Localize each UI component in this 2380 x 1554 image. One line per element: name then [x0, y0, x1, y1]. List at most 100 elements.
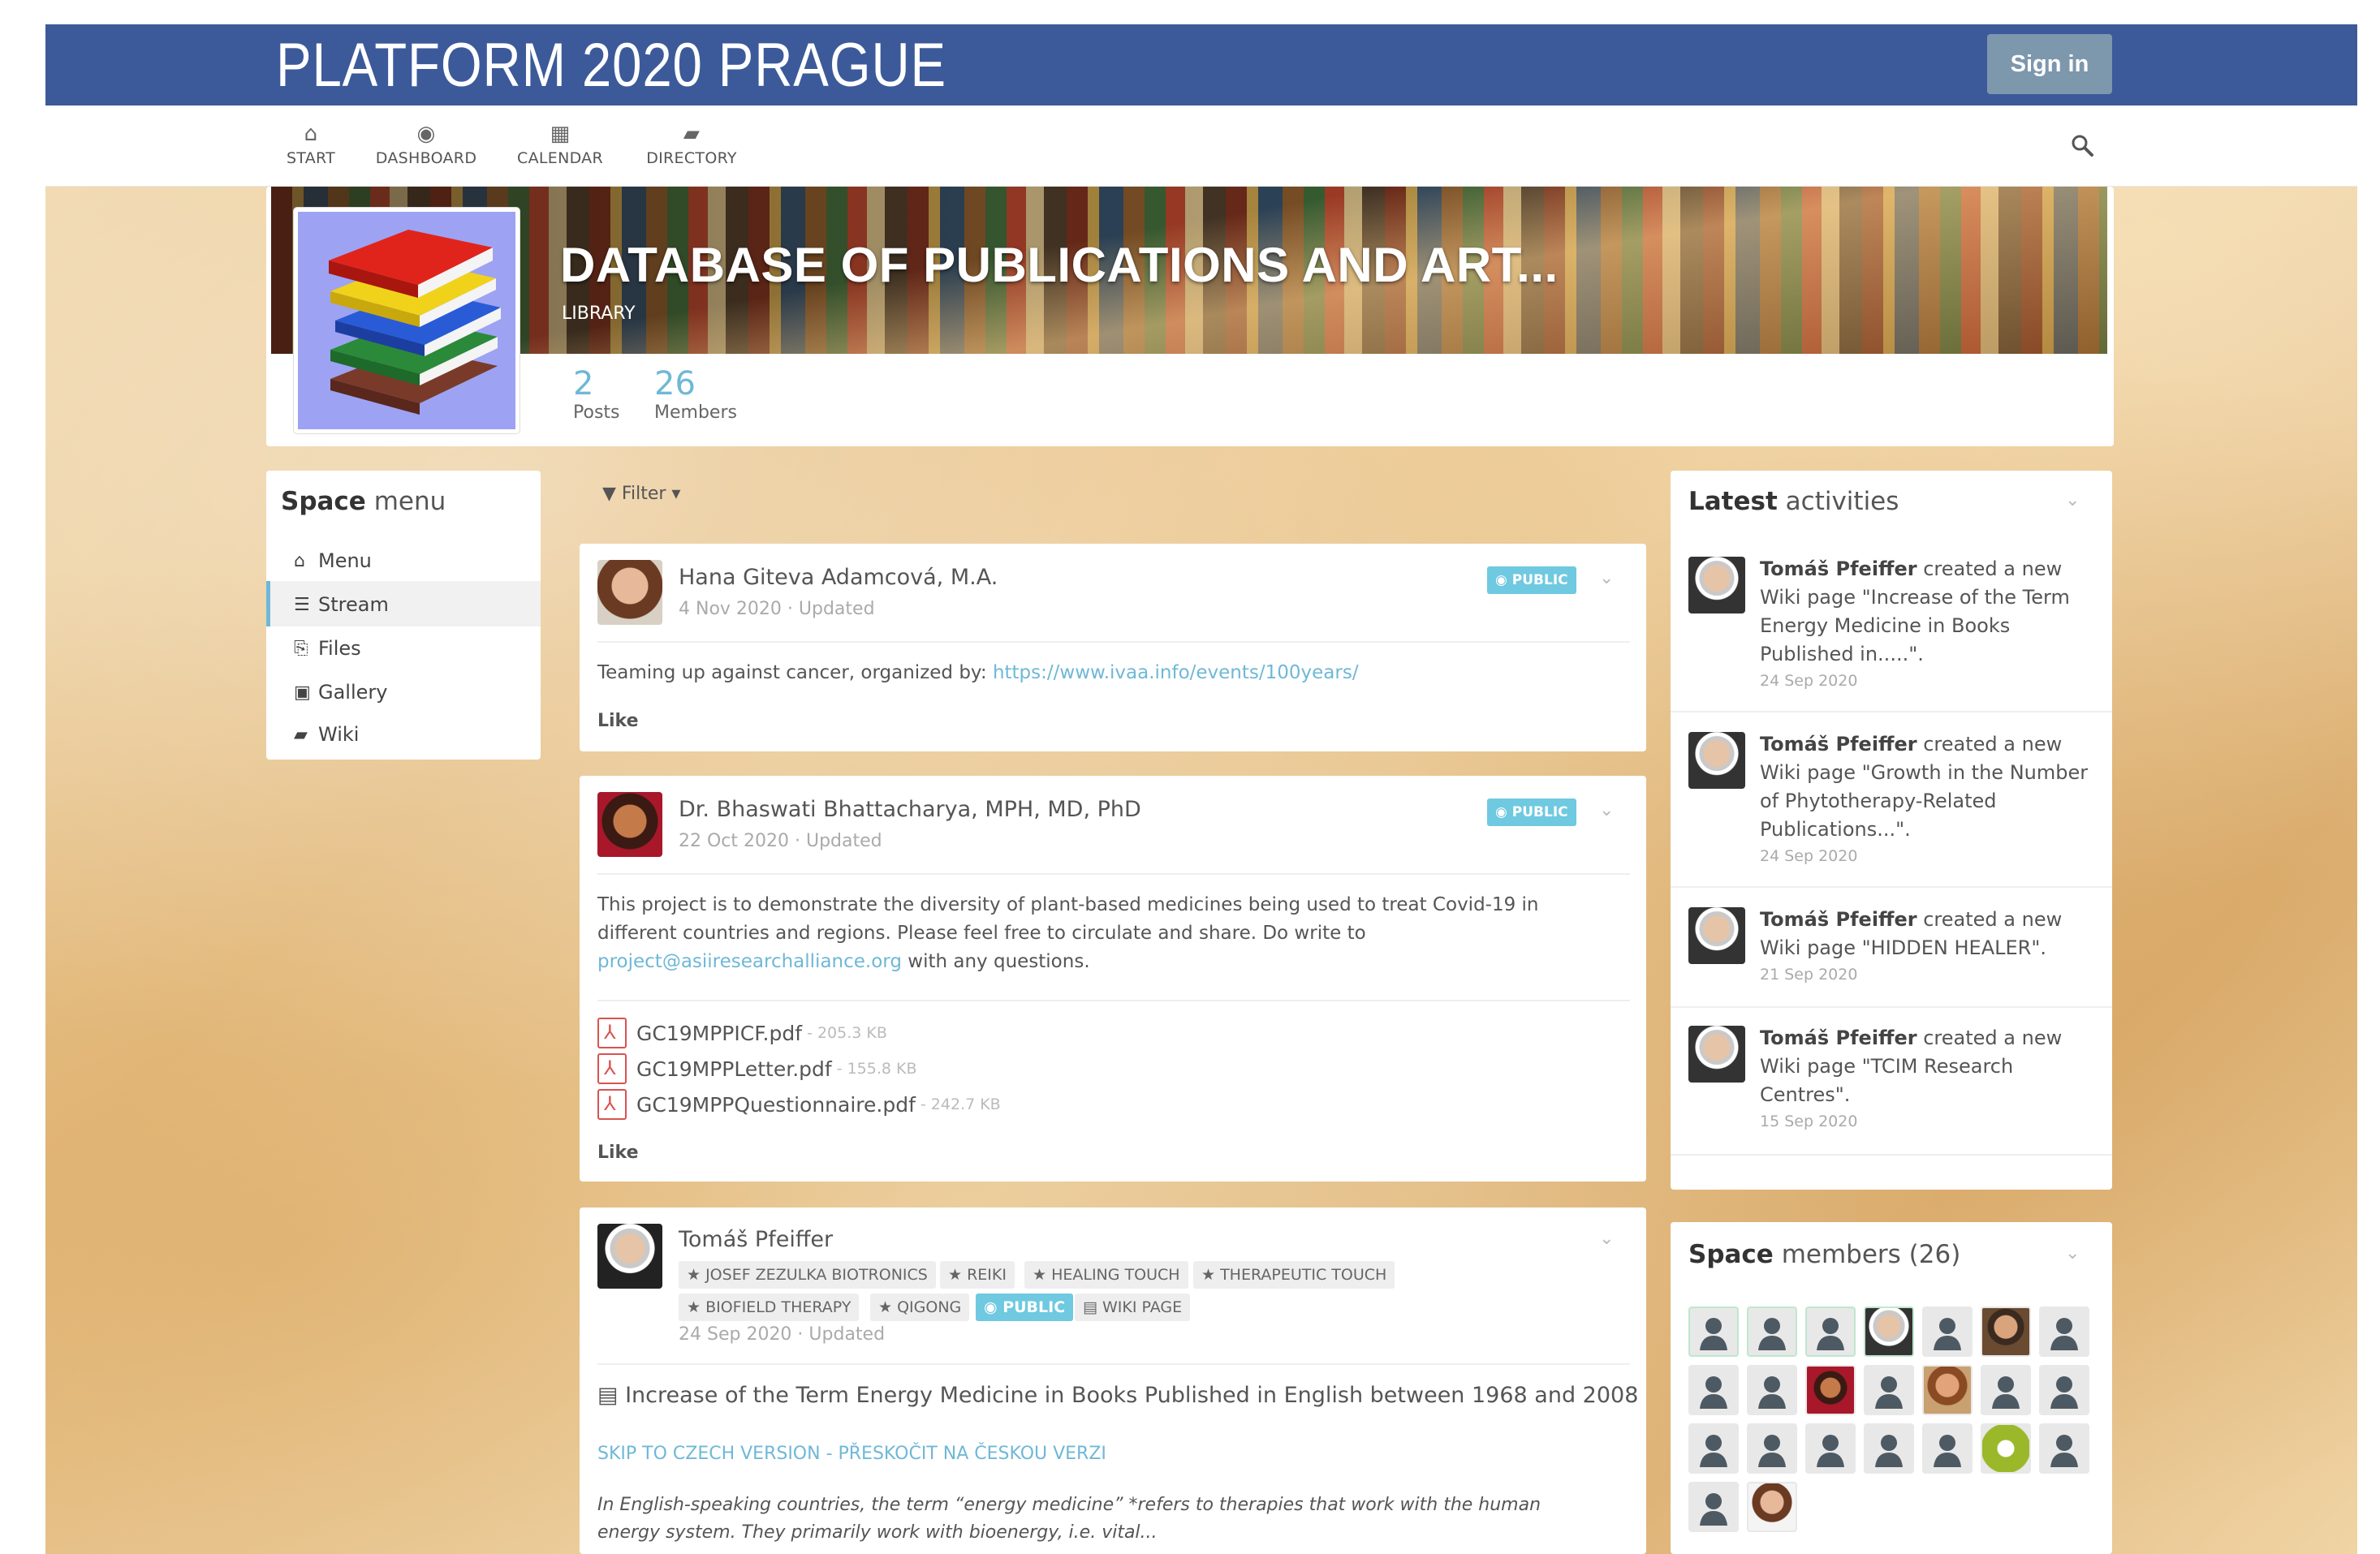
member-avatar[interactable] — [1805, 1365, 1856, 1415]
activity-item[interactable]: Tomáš Pfeiffer created a new Wiki page "… — [1760, 1024, 2101, 1134]
tachometer-icon: ◉ — [416, 122, 436, 146]
post-date[interactable]: 22 Oct 2020 · Updated — [679, 831, 882, 851]
activity-user-avatar[interactable] — [1688, 907, 1745, 964]
activity-item[interactable]: Tomáš Pfeiffer created a new Wiki page "… — [1760, 906, 2101, 987]
topic-tag[interactable]: ★ THERAPEUTIC TOUCH — [1193, 1261, 1395, 1289]
activity-divider — [1671, 711, 2112, 712]
file-attachment[interactable]: GC19MPPICF.pdf- 205.3 KB — [597, 1018, 887, 1048]
user-silhouette-icon — [1758, 1318, 1786, 1350]
public-badge: ◉ PUBLIC — [1487, 799, 1576, 826]
post-author[interactable]: Dr. Bhaswati Bhattacharya, MPH, MD, PhD — [679, 797, 1141, 822]
search-icon[interactable] — [2070, 133, 2094, 157]
member-avatar[interactable] — [1864, 1365, 1914, 1415]
space-menu-item-wiki[interactable]: ▰ Wiki — [294, 714, 359, 755]
nav-start[interactable]: ⌂ START — [281, 118, 341, 175]
member-avatar[interactable] — [2039, 1423, 2089, 1474]
member-avatar[interactable] — [2039, 1365, 2089, 1415]
topic-tag[interactable]: ★ JOSEF ZEZULKA BIOTRONICS — [679, 1261, 936, 1289]
bars-icon: ☰ — [294, 594, 310, 615]
topic-tag[interactable]: ★ HEALING TOUCH — [1024, 1261, 1188, 1289]
wiki-page-title[interactable]: ▤ Increase of the Term Energy Medicine i… — [597, 1381, 1638, 1410]
collapse-chevron-icon[interactable]: ⌄ — [2065, 1243, 2080, 1263]
user-silhouette-icon — [2050, 1318, 2078, 1350]
user-silhouette-icon — [2050, 1376, 2078, 1409]
topic-tag[interactable]: ★ QIGONG — [870, 1294, 970, 1321]
post-divider — [597, 641, 1630, 643]
post-menu-chevron-icon[interactable]: ⌄ — [1599, 568, 1614, 588]
collapse-chevron-icon[interactable]: ⌄ — [2065, 490, 2080, 510]
member-avatar[interactable] — [2039, 1306, 2089, 1357]
member-avatar[interactable] — [1864, 1306, 1914, 1357]
activity-user-avatar[interactable] — [1688, 557, 1745, 613]
globe-icon: ◉ — [1495, 804, 1512, 820]
member-avatar[interactable] — [1805, 1423, 1856, 1474]
member-avatar[interactable] — [1747, 1423, 1797, 1474]
member-avatar[interactable] — [1747, 1365, 1797, 1415]
user-silhouette-icon — [1817, 1318, 1844, 1350]
topic-tag[interactable]: ★ BIOFIELD THERAPY — [679, 1294, 860, 1321]
member-avatar[interactable] — [1981, 1365, 2031, 1415]
file-attachment[interactable]: GC19MPPQuestionnaire.pdf- 242.7 KB — [597, 1089, 1001, 1120]
post-date[interactable]: 24 Sep 2020 · Updated — [679, 1324, 885, 1345]
member-avatar[interactable] — [1688, 1306, 1739, 1357]
member-avatar[interactable] — [1981, 1423, 2031, 1474]
post-author[interactable]: Tomáš Pfeiffer — [679, 1227, 833, 1252]
member-avatar[interactable] — [1922, 1365, 1973, 1415]
stat-posts[interactable]: 2 Posts — [573, 365, 620, 423]
sign-in-button[interactable]: Sign in — [1987, 34, 2112, 94]
member-avatar[interactable] — [1747, 1482, 1797, 1532]
activity-item[interactable]: Tomáš Pfeiffer created a new Wiki page "… — [1760, 730, 2101, 868]
member-avatar[interactable] — [1747, 1306, 1797, 1357]
author-avatar[interactable] — [597, 792, 662, 857]
member-avatar[interactable] — [1981, 1306, 2031, 1357]
pdf-file-icon — [597, 1018, 627, 1048]
user-silhouette-icon — [1875, 1376, 1903, 1409]
member-avatar[interactable] — [1864, 1423, 1914, 1474]
post-link[interactable]: https://www.ivaa.info/events/100years/ — [993, 662, 1359, 683]
member-avatar[interactable] — [1688, 1365, 1739, 1415]
space-menu-item-files[interactable]: ⎘ Files — [294, 628, 361, 669]
member-avatar[interactable] — [1688, 1423, 1739, 1474]
post-menu-chevron-icon[interactable]: ⌄ — [1599, 1229, 1614, 1249]
like-link[interactable]: Like — [597, 1143, 639, 1163]
post-date[interactable]: 4 Nov 2020 · Updated — [679, 599, 875, 619]
stat-members[interactable]: 26 Members — [654, 365, 737, 423]
pdf-file-icon — [597, 1053, 627, 1084]
author-avatar[interactable] — [597, 1224, 662, 1289]
user-silhouette-icon — [1700, 1318, 1727, 1350]
activity-item[interactable]: Tomáš Pfeiffer created a new Wiki page "… — [1760, 555, 2101, 693]
space-menu-item-stream[interactable]: ☰ Stream — [294, 584, 389, 625]
post-menu-chevron-icon[interactable]: ⌄ — [1599, 800, 1614, 820]
nav-directory[interactable]: ▰ DIRECTORY — [641, 118, 742, 175]
latest-activities-title: Latest activities — [1688, 487, 1899, 516]
nav-directory-label: DIRECTORY — [646, 149, 737, 167]
activity-user-avatar[interactable] — [1688, 1026, 1745, 1083]
nav-dashboard-label: DASHBOARD — [375, 149, 477, 167]
email-link[interactable]: project@asiiresearchalliance.org — [597, 951, 902, 972]
space-logo[interactable] — [294, 208, 520, 433]
skip-to-czech-link[interactable]: SKIP TO CZECH VERSION - PŘESKOČIT NA ČES… — [597, 1440, 1106, 1468]
author-avatar[interactable] — [597, 560, 662, 625]
space-subtitle: LIBRARY — [562, 303, 636, 324]
posts-label: Posts — [573, 402, 620, 423]
member-avatar[interactable] — [1922, 1423, 1973, 1474]
space-menu-item-menu[interactable]: ⌂ Menu — [294, 540, 372, 581]
member-avatar[interactable] — [1922, 1306, 1973, 1357]
post-author[interactable]: Hana Giteva Adamcová, M.A. — [679, 565, 998, 590]
like-link[interactable]: Like — [597, 711, 639, 731]
member-avatar[interactable] — [1805, 1306, 1856, 1357]
topic-tag[interactable]: ★ REIKI — [940, 1261, 1015, 1289]
activity-user-avatar[interactable] — [1688, 732, 1745, 789]
user-silhouette-icon — [1758, 1376, 1786, 1409]
post-text: This project is to demonstrate the diver… — [597, 894, 1539, 972]
user-silhouette-icon — [2050, 1435, 2078, 1467]
calendar-icon: ▦ — [550, 122, 571, 146]
filter-dropdown[interactable]: ▼ Filter ▾ — [602, 484, 680, 504]
member-avatar[interactable] — [1688, 1482, 1739, 1532]
nav-dashboard[interactable]: ◉ DASHBOARD — [373, 118, 479, 175]
space-menu-item-gallery[interactable]: ▣ Gallery — [294, 672, 387, 712]
file-text-icon: ▤ — [597, 1383, 626, 1408]
nav-calendar[interactable]: ▦ CALENDAR — [513, 118, 607, 175]
brand-logo-text[interactable]: PLATFORM 2020 PRAGUE — [276, 29, 946, 102]
file-attachment[interactable]: GC19MPPLetter.pdf- 155.8 KB — [597, 1053, 917, 1084]
